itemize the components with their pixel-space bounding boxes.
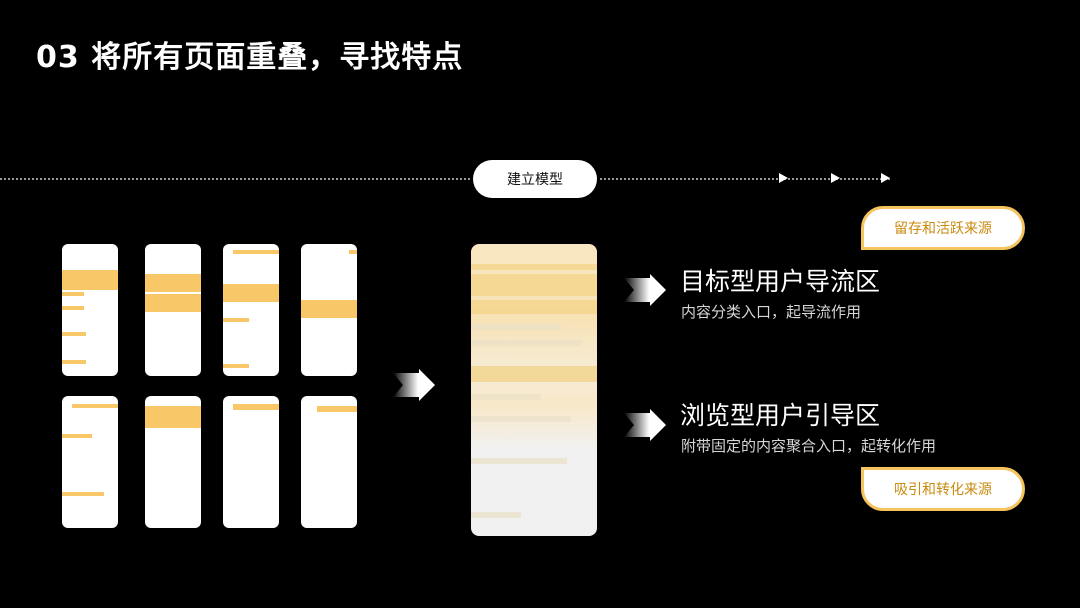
page-thumbnail (301, 244, 357, 376)
conversion-tag: 吸引和转化来源 (861, 467, 1025, 511)
page-thumbnail (62, 244, 118, 376)
merged-overlay-page (471, 244, 597, 536)
motion-arrow-icon (393, 369, 435, 401)
page-thumbnail (223, 396, 279, 528)
zone-desc-browse: 附带固定的内容聚合入口，起转化作用 (681, 437, 937, 455)
small-arrow-icon (831, 173, 840, 183)
build-model-pill: 建立模型 (473, 160, 597, 198)
motion-arrow-icon (624, 274, 666, 306)
flow-line-right (600, 178, 890, 180)
retention-tag: 留存和活跃来源 (861, 206, 1025, 250)
page-thumbnail (145, 244, 201, 376)
page-thumbnail (145, 396, 201, 528)
small-arrow-icon (881, 173, 890, 183)
zone-heading-target: 目标型用户导流区 (680, 267, 881, 296)
flow-line-left (0, 178, 470, 180)
motion-arrow-icon (624, 409, 666, 441)
page-thumbnail (223, 244, 279, 376)
zone-heading-browse: 浏览型用户引导区 (680, 401, 881, 430)
small-arrow-icon (779, 173, 788, 183)
page-thumbnail (62, 396, 118, 528)
page-title: 03 将所有页面重叠，寻找特点 (36, 40, 464, 75)
zone-desc-target: 内容分类入口，起导流作用 (681, 303, 862, 321)
page-thumbnail (301, 396, 357, 528)
